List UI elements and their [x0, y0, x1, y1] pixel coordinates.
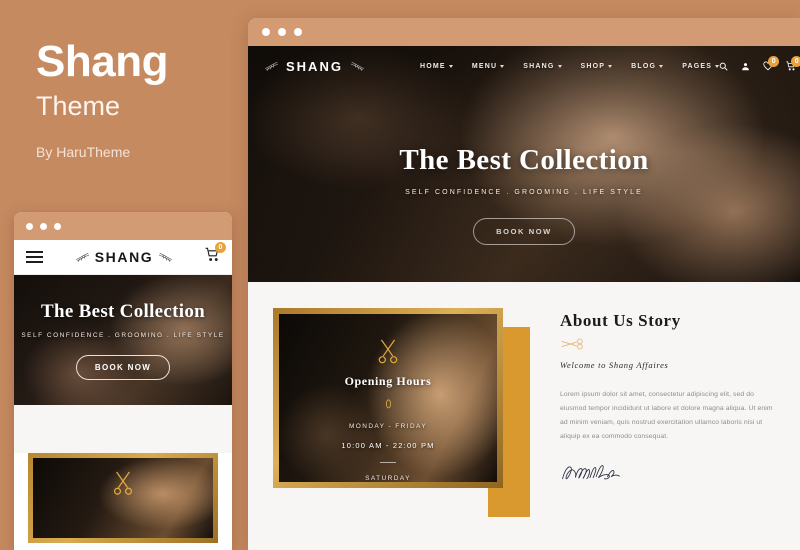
nav-item-shang[interactable]: SHANG — [523, 62, 562, 70]
flourish-left-icon — [264, 61, 279, 71]
nav-item-menu[interactable]: MENU — [471, 62, 505, 70]
site-logo-text: SHANG — [286, 58, 343, 74]
about-text-column: About Us Story Welcome to Shang Affaires… — [548, 282, 800, 550]
cart-badge: 0 — [791, 56, 800, 67]
opening-hours-image: Opening Hours MONDAY - FRIDAY 10:00 AM -… — [279, 314, 497, 482]
scissors-divider-icon — [561, 338, 583, 350]
window-dot-close[interactable] — [26, 222, 33, 230]
signature-image: Arnold Palmer — [562, 464, 620, 480]
nav-label: HOME — [420, 62, 446, 70]
about-title: About Us Story — [560, 311, 681, 330]
window-dot-maximize[interactable] — [294, 28, 302, 36]
book-now-button[interactable]: BOOK NOW — [473, 218, 575, 245]
main-navigation: HOME MENU SHANG SHOP BLOG PAGES — [420, 62, 720, 70]
search-icon — [719, 62, 728, 71]
theme-author: By HaruTheme — [36, 144, 131, 160]
window-dot-maximize[interactable] — [54, 222, 61, 230]
mobile-logo-text: SHANG — [94, 249, 154, 265]
hamburger-menu-icon[interactable] — [26, 251, 43, 263]
wishlist-button[interactable]: 0 — [763, 56, 780, 71]
theme-name: Shang — [36, 37, 168, 86]
mobile-opening-hours-card — [28, 453, 218, 543]
chevron-down-icon — [448, 64, 453, 68]
window-dot-minimize[interactable] — [278, 28, 286, 36]
mobile-book-now-button[interactable]: BOOK NOW — [75, 354, 171, 380]
nav-item-blog[interactable]: BLOG — [631, 62, 664, 70]
nav-label: BLOG — [631, 62, 657, 70]
scissors-icon — [378, 339, 398, 364]
hero-content: The Best Collection SELF CONFIDENCE . GR… — [248, 86, 800, 245]
about-welcome-text: Welcome to Shang Affaires — [560, 360, 669, 370]
mobile-logo[interactable]: SHANG — [75, 249, 174, 265]
search-button[interactable] — [719, 62, 728, 71]
opening-hours-weekday-label: MONDAY - FRIDAY — [348, 423, 428, 431]
opening-hours-card: Opening Hours MONDAY - FRIDAY 10:00 AM -… — [273, 308, 503, 488]
window-dot-close[interactable] — [262, 28, 270, 36]
mobile-hero-title: The Best Collection — [40, 300, 206, 322]
about-section: Opening Hours MONDAY - FRIDAY 10:00 AM -… — [248, 282, 800, 550]
nav-item-shop[interactable]: SHOP — [581, 63, 613, 70]
mobile-card-image — [33, 458, 213, 538]
chevron-down-icon — [557, 64, 562, 68]
flourish-right-icon — [159, 252, 173, 262]
wishlist-badge: 0 — [768, 56, 780, 67]
hero-title: The Best Collection — [399, 144, 649, 176]
flourish-left-icon — [75, 252, 89, 262]
mobile-hero: The Best Collection SELF CONFIDENCE . GR… — [14, 275, 232, 405]
chevron-down-icon — [500, 64, 505, 68]
cart-button[interactable]: 0 — [786, 56, 800, 71]
divider-ornament-icon — [385, 399, 391, 409]
opening-hours-weekday-time: 10:00 AM - 22:00 PM — [341, 441, 435, 451]
account-button[interactable] — [741, 62, 750, 71]
mobile-cart-badge: 0 — [215, 242, 226, 253]
mobile-titlebar — [14, 212, 232, 240]
site-logo[interactable]: SHANG — [264, 59, 376, 74]
mobile-cart-button[interactable]: 0 — [205, 242, 226, 267]
nav-label: SHOP — [580, 62, 606, 70]
window-dot-minimize[interactable] — [40, 222, 47, 230]
hero-subtitle: SELF CONFIDENCE . GROOMING . LIFE STYLE — [405, 189, 643, 196]
mobile-navbar: SHANG 0 — [14, 240, 232, 275]
mobile-mockup: SHANG 0 The Best Collection SELF CONFIDE… — [14, 212, 232, 550]
about-body-text: Lorem ipsum dolor sit amet, consectetur … — [560, 391, 773, 440]
header-action-icons: 0 0 — [719, 56, 800, 71]
mobile-spacer-section — [14, 405, 232, 453]
opening-hours-title: Opening Hours — [344, 374, 432, 389]
nav-item-pages[interactable]: PAGES — [682, 62, 720, 70]
desktop-navbar: SHANG HOME MENU SHANG SHOP BLOG PAGES 0 … — [248, 46, 800, 86]
opening-hours-column: Opening Hours MONDAY - FRIDAY 10:00 AM -… — [248, 282, 548, 550]
nav-label: PAGES — [682, 62, 713, 70]
scissors-icon — [113, 471, 133, 495]
desktop-titlebar — [248, 18, 800, 46]
desktop-mockup: SHANG HOME MENU SHANG SHOP BLOG PAGES 0 … — [248, 18, 800, 550]
theme-subtitle: Theme — [36, 91, 121, 121]
mobile-card-wrapper — [14, 453, 232, 543]
chevron-down-icon — [608, 64, 613, 68]
opening-hours-saturday-label: SATURDAY — [365, 474, 411, 482]
desktop-hero-section: SHANG HOME MENU SHANG SHOP BLOG PAGES 0 … — [248, 46, 800, 282]
nav-label: SHANG — [523, 62, 555, 70]
user-account-icon — [742, 62, 750, 70]
nav-label: MENU — [471, 62, 498, 70]
nav-item-home[interactable]: HOME — [420, 63, 453, 70]
flourish-right-icon — [350, 61, 365, 71]
chevron-down-icon — [659, 64, 664, 68]
opening-hours-divider — [380, 462, 396, 463]
mobile-hero-subtitle: SELF CONFIDENCE . GROOMING . LIFE STYLE — [21, 331, 225, 339]
